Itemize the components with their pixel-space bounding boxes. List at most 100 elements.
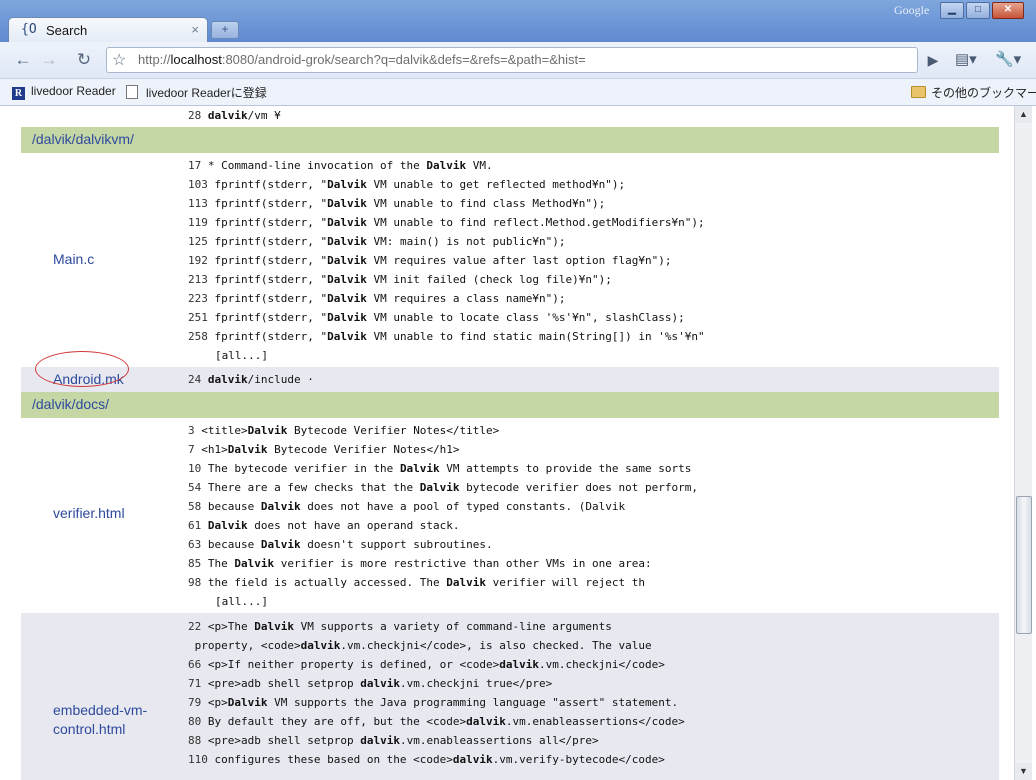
hit-text: The (207, 557, 235, 570)
directory-header: /dalvik/docs/ (21, 392, 999, 418)
hit-line[interactable]: 80 By default they are off, but the <cod… (188, 712, 685, 731)
hit-line[interactable]: 3 <title>Dalvik Bytecode Verifier Notes<… (188, 421, 698, 440)
hit-line[interactable]: 103 fprintf(stderr, "Dalvik VM unable to… (188, 175, 705, 194)
hit-line[interactable]: 7 <h1>Dalvik Bytecode Verifier Notes</h1… (188, 440, 698, 459)
hit-text: Bytecode Verifier Notes</title> (287, 424, 500, 437)
hit-line[interactable]: 251 fprintf(stderr, "Dalvik VM unable to… (188, 308, 705, 327)
directory-link[interactable]: /dalvik/docs/ (32, 396, 109, 412)
hit-line[interactable]: 223 fprintf(stderr, "Dalvik VM requires … (188, 289, 705, 308)
hit-line[interactable]: 88 <pre>adb shell setprop dalvik.vm.enab… (188, 731, 685, 750)
hit-text: VM unable to locate class '%s'¥n", slash… (366, 311, 685, 324)
hit-line[interactable]: 119 fprintf(stderr, "Dalvik VM unable to… (188, 213, 705, 232)
hit-line[interactable]: 28 dalvik/vm ¥ (188, 106, 281, 125)
hit-line[interactable]: 24 dalvik/include · (188, 370, 314, 389)
hit-line[interactable]: 192 fprintf(stderr, "Dalvik VM requires … (188, 251, 705, 270)
hit-text: fprintf(stderr, " (214, 178, 328, 191)
hit-line[interactable]: 79 <p>Dalvik VM supports the Java progra… (188, 693, 685, 712)
file-link-verifier[interactable]: verifier.html (53, 504, 125, 523)
url-text[interactable]: http://localhost:8080/android-grok/searc… (138, 52, 586, 67)
line-number: 88 (188, 734, 202, 747)
hit-text: the field is actually accessed. The (207, 576, 447, 589)
hit-line[interactable]: 71 <pre>adb shell setprop dalvik.vm.chec… (188, 674, 685, 693)
other-bookmarks[interactable]: その他のブックマーク (911, 84, 1036, 101)
match-term: Dalvik (227, 443, 268, 456)
page-menu-icon[interactable]: ▤▾ (955, 50, 977, 68)
file-link-embedded-vm-control[interactable]: embedded-vm-control.html (53, 701, 147, 739)
new-tab-button[interactable]: + (211, 21, 239, 39)
star-icon[interactable]: ☆ (112, 50, 126, 70)
line-number: 125 (188, 235, 208, 248)
bookmark-livedoor-reader[interactable]: Rlivedoor Reader (12, 84, 116, 100)
hit-line[interactable]: 54 There are a few checks that the Dalvi… (188, 478, 698, 497)
scroll-down-icon[interactable]: ▼ (1015, 763, 1032, 780)
hit-text: VM attempts to provide the same sorts (439, 462, 692, 475)
tab-search[interactable]: {O Search × (8, 17, 208, 44)
window-close-icon[interactable]: ✕ (992, 2, 1024, 19)
hit-text: <pre>adb shell setprop (207, 677, 361, 690)
page-icon (126, 85, 138, 99)
hit-line[interactable]: 213 fprintf(stderr, "Dalvik VM init fail… (188, 270, 705, 289)
hit-line[interactable]: 22 <p>The Dalvik VM supports a variety o… (188, 617, 685, 636)
reload-icon[interactable]: ↻ (73, 49, 95, 71)
back-arrow-icon[interactable]: ← (12, 49, 34, 71)
hit-line[interactable]: 66 <p>If neither property is defined, or… (188, 655, 685, 674)
hit-line[interactable]: 125 fprintf(stderr, "Dalvik VM: main() i… (188, 232, 705, 251)
address-bar[interactable]: ☆ http://localhost:8080/android-grok/sea… (106, 47, 918, 73)
hit-line[interactable]: 63 because Dalvik doesn't support subrou… (188, 535, 698, 554)
hit-text: <title> (201, 424, 248, 437)
file-link-android-mk[interactable]: Android.mk (53, 370, 124, 389)
line-number: 213 (188, 273, 208, 286)
hit-text: doesn't support subroutines. (300, 538, 493, 551)
line-number: 10 (188, 462, 202, 475)
result-row-embedded-vm-control: embedded-vm-control.html 22 <p>The Dalvi… (21, 613, 999, 780)
hit-text: because (207, 538, 261, 551)
line-number: 54 (188, 481, 202, 494)
hit-text: VM unable to find static main(String[]) … (366, 330, 705, 343)
tab-title: Search (46, 23, 88, 38)
hit-text: VM. (466, 159, 493, 172)
go-icon[interactable]: ▶ (924, 51, 942, 69)
hit-text: VM supports a variety of command-line ar… (293, 620, 612, 633)
result-row-main-c: Main.c 17 * Command-line invocation of t… (21, 153, 999, 367)
directory-link[interactable]: /dalvik/dalvikvm/ (32, 131, 134, 147)
show-all-row: [all...] (188, 592, 698, 611)
line-number: 113 (188, 197, 208, 210)
hit-line[interactable]: 258 fprintf(stderr, "Dalvik VM unable to… (188, 327, 705, 346)
hit-line[interactable]: property, <code>dalvik.vm.checkjni</code… (188, 636, 685, 655)
hit-line[interactable]: 85 The Dalvik verifier is more restricti… (188, 554, 698, 573)
file-link-main-c[interactable]: Main.c (53, 250, 94, 269)
hit-line[interactable]: 17 * Command-line invocation of the Dalv… (188, 156, 705, 175)
match-term: Dalvik (327, 273, 367, 286)
forward-arrow-icon[interactable]: → (38, 49, 60, 71)
hit-line[interactable]: 10 The bytecode verifier in the Dalvik V… (188, 459, 698, 478)
line-number: 223 (188, 292, 208, 305)
hit-text: verifier will reject th (486, 576, 645, 589)
bookmark-livedoor-register[interactable]: livedoor Readerに登録 (126, 84, 267, 101)
line-number: 71 (188, 677, 202, 690)
scroll-up-icon[interactable]: ▲ (1015, 106, 1032, 123)
hit-line[interactable]: 110 configures these based on the <code>… (188, 750, 685, 769)
show-all-link[interactable]: [all...] (215, 349, 268, 362)
hit-list: 17 * Command-line invocation of the Dalv… (188, 156, 705, 365)
tab-close-icon[interactable]: × (191, 22, 199, 37)
hit-text: <p>If neither property is defined, or <c… (207, 658, 500, 671)
hit-text: fprintf(stderr, " (214, 292, 328, 305)
show-all-row: [all...] (188, 346, 705, 365)
hit-text: VM supports the Java programming languag… (267, 696, 679, 709)
scroll-thumb[interactable] (1016, 496, 1032, 634)
vertical-scrollbar[interactable]: ▲ ▼ (1014, 106, 1032, 780)
hit-line[interactable]: 58 because Dalvik does not have a pool o… (188, 497, 698, 516)
directory-header: /dalvik/dalvikvm/ (21, 127, 999, 153)
show-all-link[interactable]: [all...] (215, 595, 268, 608)
line-number: 110 (188, 753, 208, 766)
wrench-menu-icon[interactable]: 🔧▾ (995, 50, 1021, 68)
hit-text: VM unable to get reflected method¥n"); (366, 178, 626, 191)
hit-line[interactable]: 113 fprintf(stderr, "Dalvik VM unable to… (188, 194, 705, 213)
hit-line[interactable]: 61 Dalvik does not have an operand stack… (188, 516, 698, 535)
url-host: localhost (170, 52, 222, 67)
hit-text: VM: main() is not public¥n"); (366, 235, 566, 248)
hit-line[interactable]: 98 the field is actually accessed. The D… (188, 573, 698, 592)
minimize-icon[interactable]: ▁ (940, 2, 964, 19)
maximize-icon[interactable]: □ (966, 2, 990, 19)
result-row-android-mk: Android.mk 24 dalvik/include · (21, 367, 999, 392)
